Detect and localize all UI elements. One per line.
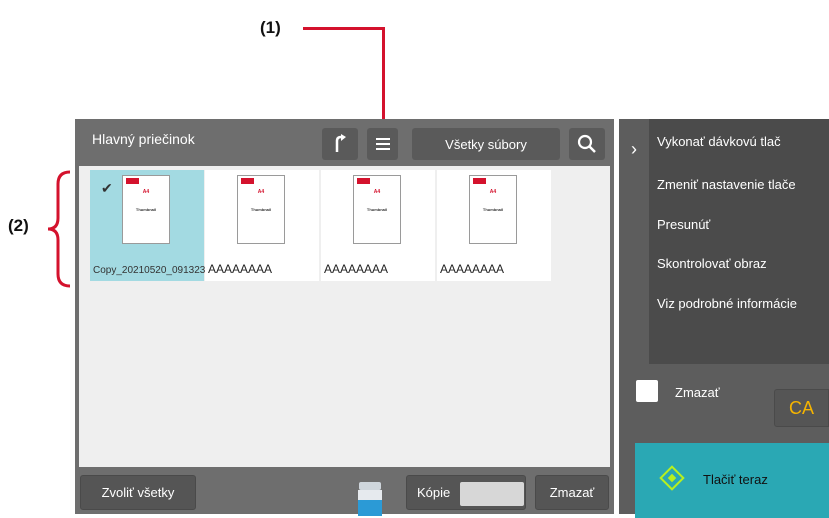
thumbnail-area: ✔ A4 Thumbnail Copy_20210520_091323 A4 T…: [79, 166, 610, 467]
menu-item-batch-print[interactable]: Vykonať dávkovú tlač: [657, 134, 781, 149]
page-size: A4: [489, 189, 497, 195]
callout-2: (2): [8, 216, 29, 235]
action-panel-lower: Zmazať CA Tlačiť teraz: [619, 364, 829, 518]
copies-label: Kópie: [417, 485, 451, 500]
back-button[interactable]: [322, 128, 358, 160]
folder-name: Hlavný priečinok: [92, 131, 195, 147]
action-panel: › Vykonať dávkovú tlač Zmeniť nastavenie…: [619, 119, 829, 518]
callout-1-line-h: [303, 27, 385, 30]
chevron-right-icon[interactable]: ›: [619, 119, 649, 179]
delete-checkbox-label: Zmazať: [675, 385, 720, 400]
list-view-icon: [375, 138, 390, 150]
menu-item-change-print-settings[interactable]: Zmeniť nastavenie tlače: [657, 177, 796, 192]
search-icon: [577, 134, 596, 153]
page-thumbnail: A4 Thumbnail: [237, 175, 285, 244]
callout-1: (1): [260, 18, 281, 37]
page-thumbnail: A4 Thumbnail: [122, 175, 170, 244]
start-icon: [659, 465, 685, 491]
page-caption: Thumbnail: [482, 207, 504, 212]
list-view-button[interactable]: [367, 128, 398, 160]
thumbnail-name: AAAAAAAA: [324, 262, 389, 276]
menu-item-details[interactable]: Viz podrobné informácie: [657, 296, 797, 311]
select-all-button[interactable]: Zvoliť všetky: [80, 475, 196, 510]
file-filter-button[interactable]: Všetky súbory: [412, 128, 560, 160]
thumbnail-name: AAAAAAAA: [208, 262, 273, 276]
thumbnail-item[interactable]: A4 Thumbnail AAAAAAAA: [205, 170, 319, 281]
print-now-label: Tlačiť teraz: [703, 472, 768, 487]
delete-checkbox[interactable]: [636, 380, 658, 402]
action-menu: Vykonať dávkovú tlač Zmeniť nastavenie t…: [649, 119, 829, 364]
check-icon: ✔: [101, 180, 113, 196]
delete-button[interactable]: Zmazať: [535, 475, 609, 510]
panel-header: Hlavný priečinok Všetky súbory: [75, 119, 614, 166]
page-caption: Thumbnail: [366, 207, 388, 212]
file-browser-panel: Hlavný priečinok Všetky súbory ✔ A4 Thum…: [75, 119, 614, 516]
thumbnail-item[interactable]: A4 Thumbnail AAAAAAAA: [437, 170, 551, 281]
page-thumbnail: A4 Thumbnail: [353, 175, 401, 244]
ca-button[interactable]: CA: [774, 389, 829, 427]
back-arrow-icon: [335, 134, 346, 152]
toner-icon: [358, 482, 382, 516]
callout-2-brace: [47, 170, 71, 288]
print-now-button[interactable]: Tlačiť teraz: [635, 443, 829, 518]
copies-input[interactable]: [460, 482, 524, 506]
menu-item-check-image[interactable]: Skontrolovať obraz: [657, 256, 767, 271]
callout-1-line-v: [382, 27, 385, 130]
thumbnail-item[interactable]: ✔ A4 Thumbnail Copy_20210520_091323: [90, 170, 206, 281]
page-size: A4: [257, 189, 265, 195]
page-caption: Thumbnail: [135, 207, 157, 212]
thumbnail-name: Copy_20210520_091323: [93, 265, 206, 276]
page-thumbnail: A4 Thumbnail: [469, 175, 517, 244]
page-caption: Thumbnail: [250, 207, 272, 212]
page-size: A4: [142, 189, 150, 195]
panel-footer: Zvoliť všetky Kópie Zmazať: [75, 470, 614, 516]
copies-control[interactable]: Kópie: [406, 475, 526, 510]
thumbnail-item[interactable]: A4 Thumbnail AAAAAAAA: [321, 170, 435, 281]
page-size: A4: [373, 189, 381, 195]
search-button[interactable]: [569, 128, 605, 160]
menu-item-move[interactable]: Presunúť: [657, 217, 710, 232]
thumbnail-name: AAAAAAAA: [440, 262, 505, 276]
